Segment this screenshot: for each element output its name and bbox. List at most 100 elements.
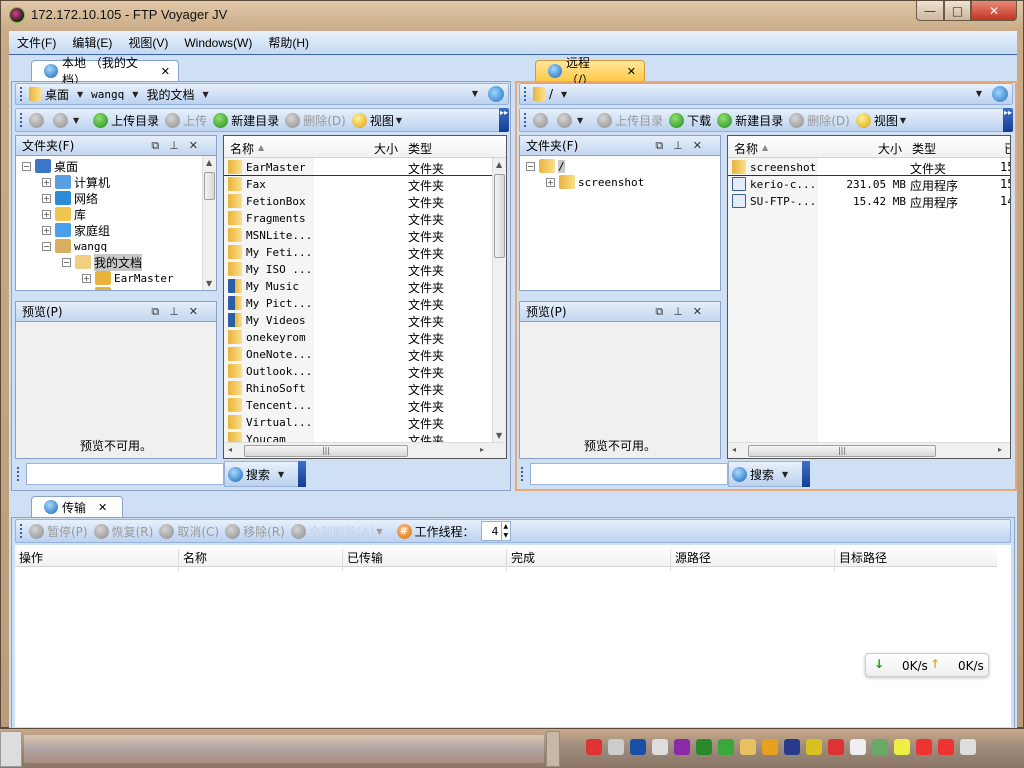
file-row[interactable]: onekeyrom 文件夹 xyxy=(224,329,492,346)
tree-node[interactable]: − 我的文档 xyxy=(62,253,143,271)
file-row[interactable]: My Music 文件夹 xyxy=(224,278,492,295)
column-complete[interactable]: 完成 xyxy=(511,549,671,571)
remove-all-button[interactable]: 全部删除(A) ▼ xyxy=(290,523,391,540)
delete-button[interactable]: 删除(D) xyxy=(789,112,850,129)
stepper-arrows-icon[interactable]: ▲ ▼ xyxy=(500,522,511,540)
new-dir-button[interactable]: 新建目录 xyxy=(717,112,783,129)
toolbar-overflow-button[interactable]: ▸▸ xyxy=(499,108,509,132)
delete-button[interactable]: 删除(D) xyxy=(285,112,346,129)
column-type[interactable]: 类型 xyxy=(912,140,936,157)
upload-dir-button[interactable]: 上传目录 xyxy=(597,112,663,129)
tree-node[interactable]: + screenshot xyxy=(546,174,644,190)
history-dropdown-icon[interactable]: ▼ xyxy=(472,89,478,98)
checklist-icon[interactable] xyxy=(586,739,602,755)
tab-remote-close-icon[interactable]: ✕ xyxy=(627,65,636,78)
expander-icon[interactable]: + xyxy=(546,177,555,187)
network-icon[interactable] xyxy=(872,739,888,755)
expander-icon[interactable]: + xyxy=(82,273,91,283)
qq-icon[interactable] xyxy=(916,739,932,755)
title-bar[interactable]: 172.172.10.105 - FTP Voyager JV — □ ✕ xyxy=(1,1,1023,31)
shield-icon[interactable] xyxy=(718,739,734,755)
expander-icon[interactable]: + xyxy=(42,225,51,235)
file-row[interactable]: My ISO ... 文件夹 xyxy=(224,261,492,278)
expander-icon[interactable]: − xyxy=(62,257,71,267)
refresh-icon[interactable] xyxy=(488,86,504,102)
mail-icon[interactable] xyxy=(740,739,756,755)
taskbar-app-button[interactable] xyxy=(0,731,22,767)
column-extra[interactable]: 已 xyxy=(1004,140,1010,157)
column-size[interactable]: 大小 xyxy=(374,140,398,157)
tab-transfer-close-icon[interactable]: ✕ xyxy=(98,501,107,514)
volume-icon[interactable] xyxy=(850,739,866,755)
expander-icon[interactable]: − xyxy=(526,161,535,171)
breadcrumb-root[interactable]: / xyxy=(549,87,553,101)
file-row[interactable]: RhinoSoft 文件夹 xyxy=(224,380,492,397)
outlook-icon[interactable] xyxy=(762,739,778,755)
resume-button[interactable]: 恢复(R) xyxy=(93,523,153,540)
column-size[interactable]: 大小 xyxy=(878,140,902,157)
refresh-icon[interactable] xyxy=(992,86,1008,102)
local-search-input[interactable] xyxy=(26,463,224,485)
tree-node[interactable]: − 桌面 xyxy=(22,158,78,174)
menu-file[interactable]: 文件(F) xyxy=(17,34,56,51)
expander-icon[interactable]: + xyxy=(82,289,91,290)
maximize-button[interactable]: □ xyxy=(944,1,971,21)
breadcrumb-wangq[interactable]: wangq xyxy=(91,88,124,101)
breadcrumb-documents[interactable]: 我的文档 xyxy=(146,86,194,103)
toolbar-grip[interactable] xyxy=(20,113,23,127)
file-row[interactable]: EarMaster 文件夹 xyxy=(224,159,492,176)
minimize-button[interactable]: — xyxy=(916,1,944,21)
file-row[interactable]: Virtual... 文件夹 xyxy=(224,414,492,431)
expander-icon[interactable]: − xyxy=(22,161,31,171)
toolbar-grip[interactable] xyxy=(17,467,20,481)
tree-node[interactable]: + F... xyxy=(82,286,141,290)
close-button[interactable]: ✕ xyxy=(971,1,1017,21)
back-button[interactable] xyxy=(533,112,551,128)
taskbar-scroll[interactable] xyxy=(546,731,560,767)
remote-search-button[interactable]: 搜索 ▼ xyxy=(728,461,811,487)
expander-icon[interactable]: + xyxy=(42,193,51,203)
local-search-button[interactable]: 搜索 ▼ xyxy=(224,461,307,487)
tab-remote[interactable]: 远程 （/） ✕ xyxy=(535,56,645,87)
list-horizontal-scrollbar[interactable]: ◂ ||| ▸ xyxy=(728,442,1010,458)
qq-icon-2[interactable] xyxy=(938,739,954,755)
panel-buttons[interactable]: ⧉⊥✕ xyxy=(655,139,712,153)
remove-button[interactable]: 移除(R) xyxy=(225,523,285,540)
file-row[interactable]: MSNLite... 文件夹 xyxy=(224,227,492,244)
help-icon[interactable] xyxy=(630,739,646,755)
toolbar-grip[interactable] xyxy=(20,524,23,538)
file-row[interactable]: My Feti... 文件夹 xyxy=(224,244,492,261)
tab-local-close-icon[interactable]: ✕ xyxy=(161,65,170,78)
column-operation[interactable]: 操作 xyxy=(19,549,179,571)
file-row[interactable]: kerio-c... 231.05 MB 应用程序 15 xyxy=(728,176,1010,193)
remote-search-input[interactable] xyxy=(530,463,728,485)
tree-node[interactable]: + 计算机 xyxy=(42,174,110,190)
arrow-icon[interactable] xyxy=(806,739,822,755)
file-row[interactable]: Tencent... 文件夹 xyxy=(224,397,492,414)
panel-buttons[interactable]: ⧉⊥✕ xyxy=(655,305,712,319)
file-row[interactable]: SU-FTP-... 15.42 MB 应用程序 14 xyxy=(728,193,1010,210)
column-source-path[interactable]: 源路径 xyxy=(675,549,835,571)
menu-edit[interactable]: 编辑(E) xyxy=(72,34,112,51)
toolbar-grip[interactable] xyxy=(20,87,23,101)
column-type[interactable]: 类型 xyxy=(408,140,432,157)
tree-node[interactable]: − / xyxy=(526,158,565,174)
back-button[interactable] xyxy=(29,112,47,128)
column-name[interactable]: 名称 xyxy=(734,140,758,157)
monitor-icon[interactable] xyxy=(784,739,800,755)
file-row[interactable]: Fax 文件夹 xyxy=(224,176,492,193)
list-horizontal-scrollbar[interactable]: ◂ ||| ▸ xyxy=(224,442,506,458)
column-name[interactable]: 名称 xyxy=(183,549,343,571)
threads-stepper[interactable]: 4 ▲ ▼ xyxy=(480,521,512,541)
view-button[interactable]: 视图 ▼ xyxy=(855,112,914,129)
tab-transfer[interactable]: 传输 ✕ xyxy=(31,496,123,517)
upload-dir-button[interactable]: 上传目录 xyxy=(93,112,159,129)
panel-buttons[interactable]: ⧉⊥✕ xyxy=(151,305,208,319)
breadcrumb-desktop[interactable]: 桌面 xyxy=(45,86,69,103)
file-row[interactable]: My Videos 文件夹 xyxy=(224,312,492,329)
file-row[interactable]: FetionBox 文件夹 xyxy=(224,193,492,210)
upload-button[interactable]: 上传 xyxy=(165,112,207,129)
window-switch-icon[interactable] xyxy=(652,739,668,755)
history-dropdown-icon[interactable]: ▼ xyxy=(976,89,982,98)
file-row[interactable]: Outlook... 文件夹 xyxy=(224,363,492,380)
